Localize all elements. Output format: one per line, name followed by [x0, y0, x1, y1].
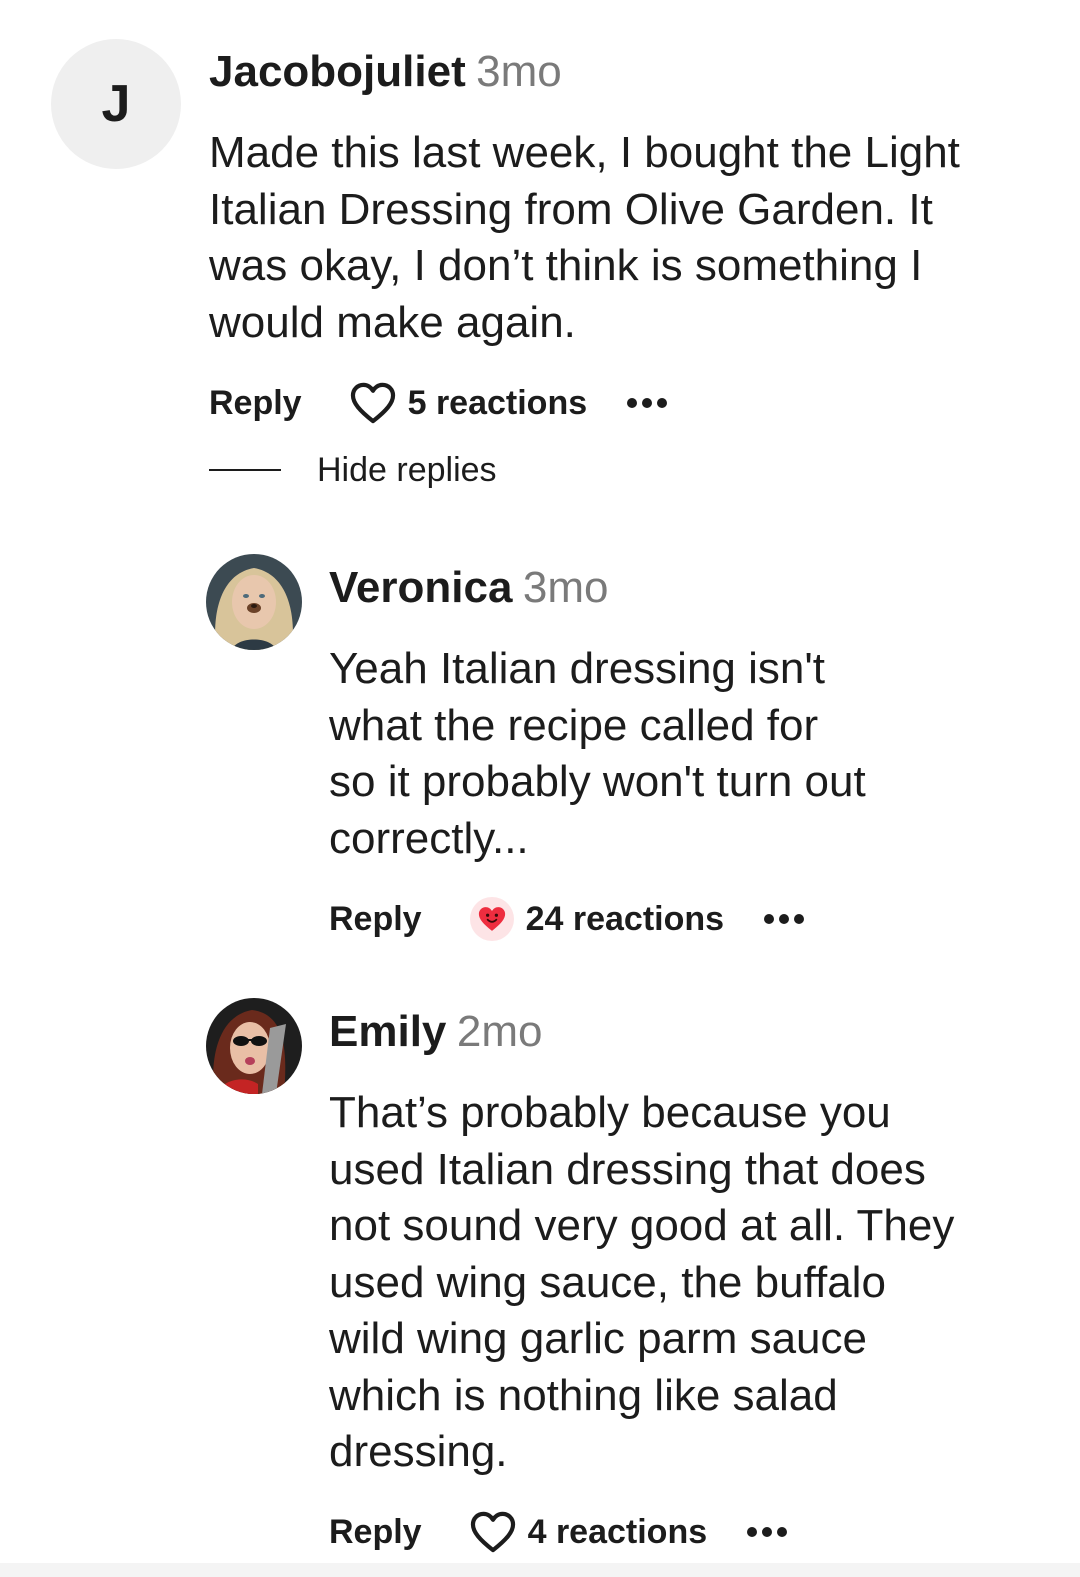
- comment-header: Jacobojuliet 3mo: [209, 50, 562, 94]
- avatar[interactable]: J: [51, 39, 181, 169]
- author-name[interactable]: Jacobojuliet: [209, 47, 466, 96]
- comment-text-line: would make again.: [209, 297, 576, 347]
- reply-button[interactable]: Reply: [329, 1513, 422, 1552]
- comment-text-line: not sound very good at all. They: [329, 1201, 955, 1250]
- comment-text-line: used wing sauce, the buffalo: [329, 1257, 886, 1307]
- reaction-count: 4 reactions: [527, 1512, 708, 1551]
- more-options-icon[interactable]: [764, 914, 805, 924]
- reactions-button[interactable]: 4 reactions: [470, 1511, 708, 1553]
- reactions-button[interactable]: 5 reactions: [350, 382, 588, 424]
- comment-text-line: wild wing garlic parm sauce: [329, 1314, 867, 1363]
- author-name[interactable]: Emily: [329, 1007, 446, 1056]
- avatar-initial: J: [101, 75, 131, 133]
- comment-actions: Reply 5 reactions: [209, 378, 668, 428]
- comment-text-line: used Italian dressing that does: [329, 1144, 926, 1194]
- thread-divider: [209, 469, 281, 471]
- reaction-count: 24 reactions: [525, 899, 725, 938]
- comment-text-line: That’s probably because you: [329, 1088, 891, 1137]
- hide-replies-label: Hide replies: [317, 450, 497, 489]
- reaction-count: 5 reactions: [407, 383, 588, 422]
- timestamp: 3mo: [522, 563, 609, 612]
- comment-actions: Reply 24 reactions: [329, 894, 805, 944]
- reactions-button[interactable]: 24 reactions: [469, 897, 725, 941]
- heart-outline-icon: [350, 382, 396, 424]
- bottom-edge: [0, 1563, 1080, 1577]
- comment-actions: Reply 4 reactions: [329, 1507, 788, 1557]
- comment-text-line: which is nothing like salad: [329, 1370, 838, 1420]
- love-reaction-icon: [469, 897, 514, 941]
- reply-button[interactable]: Reply: [209, 384, 302, 423]
- comment-text-line: Italian Dressing from Olive Garden. It: [209, 184, 933, 234]
- comment-text: That’s probably because you used Italian…: [329, 1085, 954, 1481]
- comment-text-line: Made this last week, I bought the Light: [209, 128, 960, 177]
- more-options-icon[interactable]: [747, 1527, 788, 1537]
- heart-outline-icon: [470, 1511, 516, 1553]
- timestamp: 2mo: [456, 1007, 543, 1056]
- comment-text-line: correctly...: [329, 813, 529, 863]
- comment-header: Emily 2mo: [329, 1010, 542, 1054]
- reply-button[interactable]: Reply: [329, 900, 422, 939]
- author-name[interactable]: Veronica: [329, 563, 512, 612]
- comment-text-line: Yeah Italian dressing isn't: [329, 644, 825, 693]
- comment-text-line: what the recipe called for: [329, 700, 819, 750]
- comment-text: Yeah Italian dressing isn't what the rec…: [329, 641, 866, 867]
- hide-replies-button[interactable]: Hide replies: [209, 450, 497, 490]
- avatar[interactable]: [206, 554, 302, 650]
- timestamp: 3mo: [476, 47, 562, 96]
- comment-header: Veronica 3mo: [329, 566, 608, 610]
- comment-text-line: dressing.: [329, 1427, 508, 1476]
- comment-text-line: was okay, I don’t think is something I: [209, 241, 923, 290]
- comment-text: Made this last week, I bought the Light …: [209, 125, 960, 351]
- comment-text-line: so it probably won't turn out: [329, 757, 866, 806]
- more-options-icon[interactable]: [627, 398, 668, 408]
- avatar[interactable]: [206, 998, 302, 1094]
